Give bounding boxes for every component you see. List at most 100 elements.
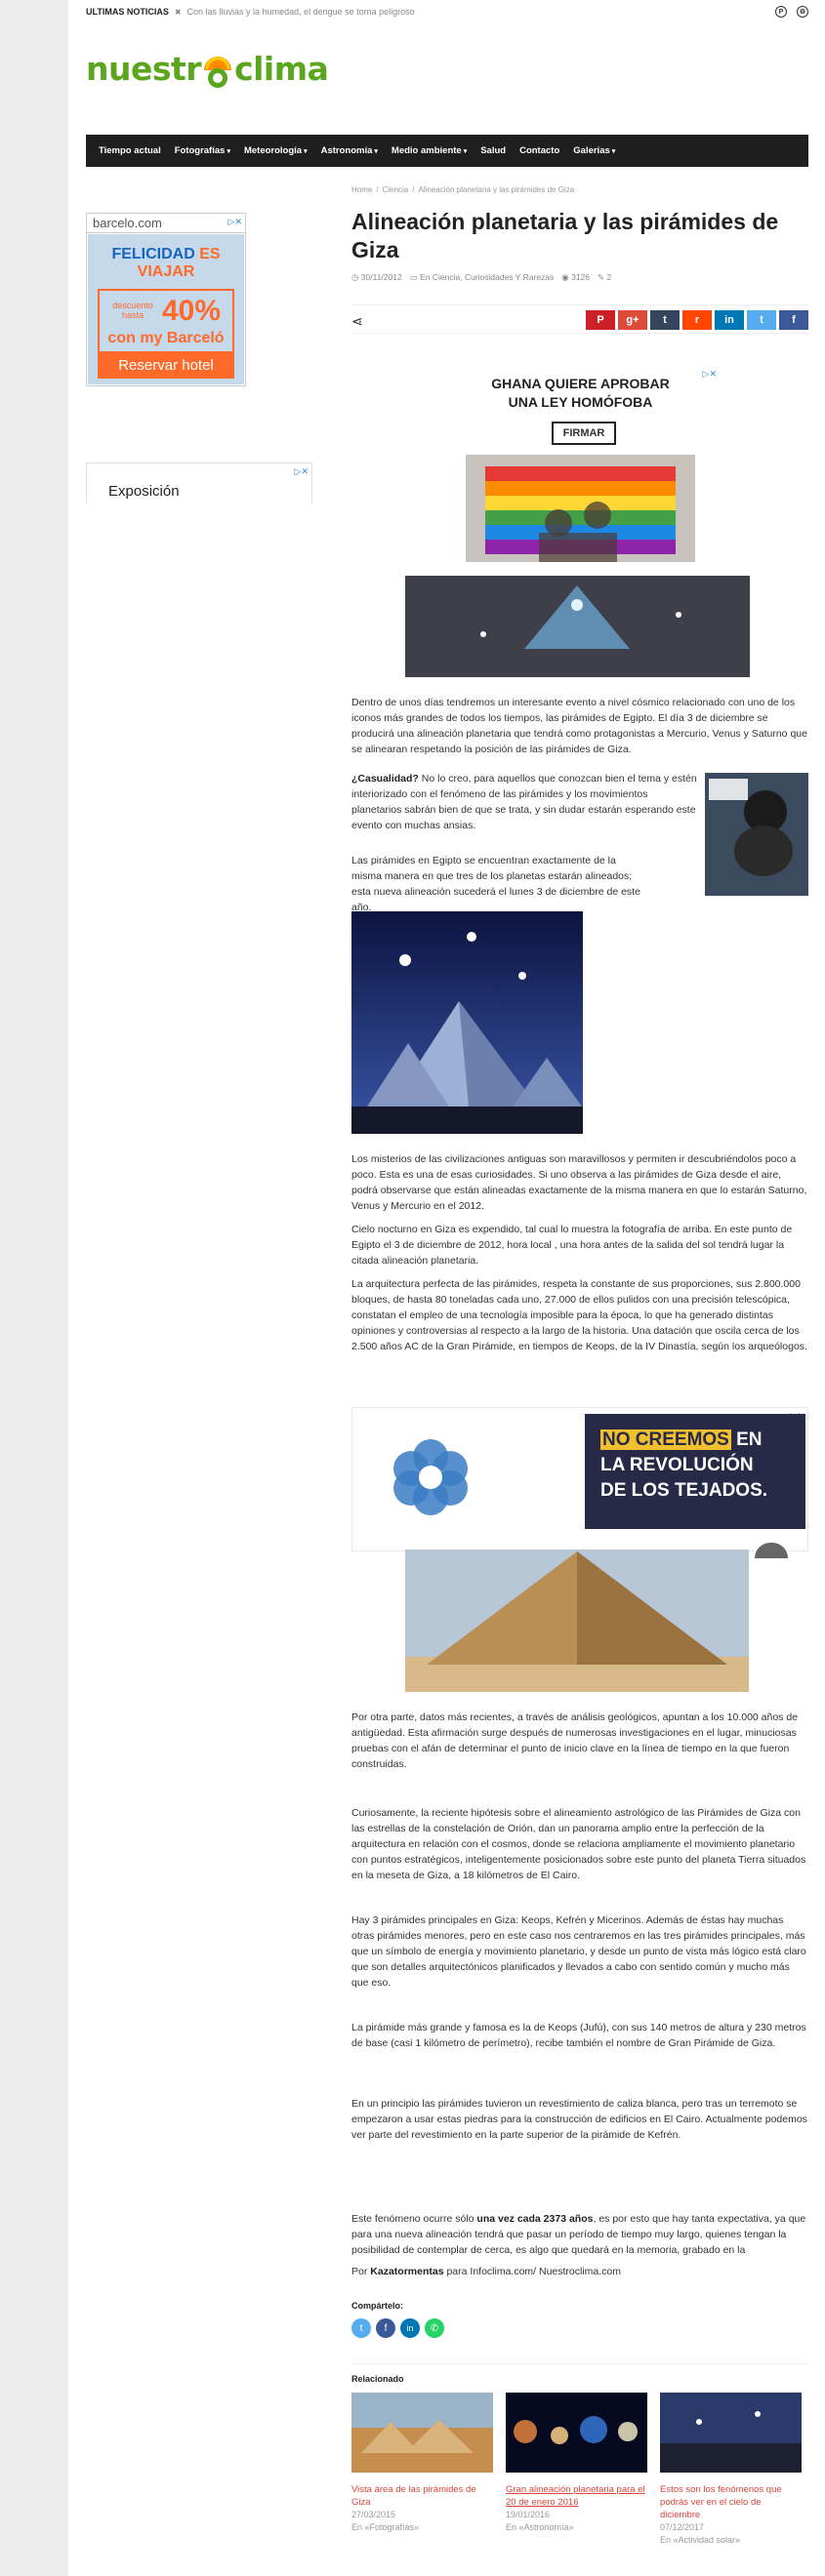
nav-fotografias[interactable]: Fotografías ▾ [168,135,237,167]
ad-close-button[interactable] [755,1543,788,1558]
nav-astronomia[interactable]: Astronomía ▾ [314,135,385,167]
post-categories[interactable]: ▭ En Ciencia, Curiosidades Y Rarezas [410,272,555,283]
related-category: En «Astronomía» [506,2522,574,2532]
byline-post: para Infoclima.com/ Nuestroclima.com [443,2266,622,2277]
share-tumblr-button[interactable]: t [650,310,680,330]
post-date-value: 30/11/2012 [360,272,402,282]
nav-label: Galerías [573,145,610,156]
page: ULTIMAS NOTICIAS ✖ Con las lluvias y la … [68,0,825,2576]
ad-headline: FELICIDAD ES VIAJAR [88,246,244,281]
caret-down-icon: ▾ [227,147,230,155]
ad-brand: barcelo.com [87,214,245,233]
eye-icon: ◉ [561,272,569,282]
related-title[interactable]: Vista área de las pirámides de Giza [351,2483,493,2509]
rainbow-flag-image [466,455,695,562]
logo-text-left: nuestr [86,50,202,88]
nav-meteorologia[interactable]: Meteorología ▾ [237,135,314,167]
roofing-ad[interactable]: ▷✕ NO CREEMOS EN LA REVOLUCIÓN DE LOS TE… [351,1407,808,1558]
settings-icon[interactable]: ⚙ [797,6,808,18]
article: Home / Ciencia / Alineación planetaria y las… [351,185,808,2545]
nav-contacto[interactable]: Contacto [513,135,566,167]
linkedin-icon[interactable]: in [400,2318,420,2338]
author-photo-image [705,773,808,896]
related-item[interactable]: Gran alineación planetaria para el 20 de… [506,2393,647,2534]
site-logo[interactable]: nuestr clima [86,50,329,88]
twitter-icon[interactable]: t [351,2318,371,2338]
breadcrumb-ciencia[interactable]: Ciencia [383,185,409,194]
ad-discount-box: descuento hasta 40% con my Barceló [98,289,234,353]
share-reddit-button[interactable]: r [682,310,712,330]
pyramid-night-banner-image [405,576,750,677]
nav-label: Medio ambiente [391,145,462,156]
petition-ad[interactable]: ▷✕ GHANA QUIERE APROBAR UNA LEY HOMÓFOBA … [466,367,717,562]
whatsapp-icon[interactable]: ✆ [425,2318,444,2338]
sign-button[interactable]: FIRMAR [552,422,616,445]
comments-icon: ✎ [598,272,605,282]
nav-label: Tiempo actual [99,145,161,156]
post-meta: ◷ 30/11/2012 ▭ En Ciencia, Curiosidades … [351,272,808,283]
post-views: ◉ 3126 [561,272,590,283]
related-title[interactable]: Gran alineación planetaria para el 20 de… [506,2483,647,2509]
share-icons-row: t f in ✆ [351,2318,444,2338]
caret-down-icon: ▾ [463,147,468,155]
paragraph-6: La arquitectura perfecta de las pirámide… [351,1278,807,1352]
exhibition-ad[interactable]: ▷✕ Exposición [86,463,312,503]
nav-tiempo-actual[interactable]: Tiempo actual [92,135,168,167]
share-label: Compártelo: [351,2301,404,2311]
paragraph-1: Dentro de unos días tendremos un interes… [351,697,807,755]
breadcrumb-home[interactable]: Home [351,185,372,194]
paragraph-2-bold: ¿Casualidad? [351,773,419,785]
related-title[interactable]: Estos son los fenómenos que podrás ver e… [660,2483,802,2521]
reserve-hotel-button[interactable]: Reservar hotel [98,353,234,379]
facebook-icon[interactable]: f [376,2318,395,2338]
ad-headline-a: FELICIDAD [111,246,195,262]
related-item[interactable]: Estos son los fenómenos que podrás ver e… [660,2393,802,2547]
paragraph-2: ¿Casualidad? No lo creo, para aquellos q… [351,771,698,833]
share-google-button[interactable]: g+ [618,310,647,330]
adchoices-icon[interactable]: ▷✕ [703,369,717,380]
nav-galerias[interactable]: Galerías ▾ [566,135,622,167]
adchoices-icon[interactable]: ▷✕ [295,466,309,477]
paragraph-12: Este fenómeno ocurre sólo una vez cada 2… [351,2211,808,2258]
nav-label: Meteorología [243,145,303,156]
paragraph-10: La pirámide más grande y famosa es la de… [351,2022,806,2049]
post-categories-value: En Ciencia, Curiosidades Y Rarezas [420,272,555,282]
paragraph-11: En un principio las pirámides tuvieron u… [351,2098,807,2141]
pin-icon: ✖ [174,7,182,17]
share-pinterest-button[interactable]: P [586,310,615,330]
ad-line2: UNA LEY HOMÓFOBA [508,394,653,410]
ad-with: con my Barceló [107,330,225,346]
post-comments-value: 2 [606,272,612,282]
paragraph-3: Las pirámides en Egipto se encuentran ex… [351,855,640,913]
nav-label: Contacto [519,145,560,156]
share-icon: ⋖ [351,313,363,329]
nav-label: Fotografías [174,145,226,156]
related-label: Relacionado [351,2363,808,2384]
flower-logo-icon [393,1439,468,1515]
hotel-ad[interactable]: barcelo.com ▷✕ FELICIDAD ES VIAJAR descu… [86,213,246,386]
adchoices-icon[interactable]: ▷✕ [228,217,242,227]
related-date: 07/12/2017 [660,2522,705,2532]
ad-text: Exposición [108,483,180,500]
paragraph-4: Los misterios de las civilizaciones anti… [351,1153,807,1212]
great-pyramid-image [405,1550,749,1692]
pinterest-icon[interactable]: P [775,6,787,18]
breaking-news-link[interactable]: Con las lluvias y la humedad, el dengue … [187,7,415,17]
share-linkedin-button[interactable]: in [715,310,744,330]
nav-label: Astronomía [320,145,373,156]
post-views-value: 3126 [571,272,591,282]
paragraph-7: Por otra parte, datos más recientes, a t… [351,1711,799,1770]
nav-medio-ambiente[interactable]: Medio ambiente ▾ [385,135,474,167]
post-comments[interactable]: ✎ 2 [598,272,611,283]
related-item[interactable]: Vista área de las pirámides de Giza 27/0… [351,2393,493,2534]
nav-label: Salud [480,145,507,156]
related-thumb-3 [660,2393,802,2473]
nav-salud[interactable]: Salud [474,135,513,167]
ad-discount-label: descuento hasta [112,301,153,320]
page-title: Alineación planetaria y las pirámides de… [351,209,779,262]
ad-discount: 40% [162,295,222,327]
related-thumb-2 [506,2393,647,2473]
share-facebook-button[interactable]: f [779,310,808,330]
byline-author: Kazatormentas [370,2266,444,2277]
share-twitter-button[interactable]: t [747,310,776,330]
